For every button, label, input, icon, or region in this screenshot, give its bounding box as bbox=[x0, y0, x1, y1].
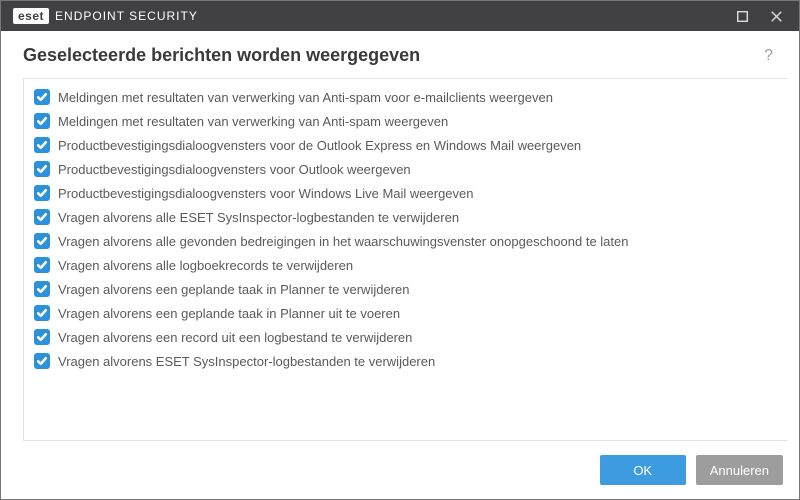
list-item[interactable]: Meldingen met resultaten van verwerking … bbox=[24, 85, 787, 109]
check-icon bbox=[37, 260, 47, 270]
checkbox[interactable] bbox=[34, 257, 50, 273]
list-item[interactable]: Vragen alvorens een record uit een logbe… bbox=[24, 325, 787, 349]
list-item[interactable]: Meldingen met resultaten van verwerking … bbox=[24, 109, 787, 133]
list-item[interactable]: Productbevestigingsdialoogvensters voor … bbox=[24, 133, 787, 157]
list-item-label: Vragen alvorens ESET SysInspector-logbes… bbox=[58, 354, 435, 369]
check-icon bbox=[37, 212, 47, 222]
list-item-label: Productbevestigingsdialoogvensters voor … bbox=[58, 162, 411, 177]
list-item-label: Vragen alvorens alle ESET SysInspector-l… bbox=[58, 210, 459, 225]
list-item-label: Meldingen met resultaten van verwerking … bbox=[58, 90, 553, 105]
checkbox[interactable] bbox=[34, 161, 50, 177]
app-window: eset ENDPOINT SECURITY Geselecteerde ber… bbox=[0, 0, 800, 500]
list-item[interactable]: Productbevestigingsdialoogvensters voor … bbox=[24, 181, 787, 205]
list-item[interactable]: Vragen alvorens ESET SysInspector-logbes… bbox=[24, 349, 787, 373]
list-item[interactable]: Vragen alvorens alle logboekrecords te v… bbox=[24, 253, 787, 277]
list-item-label: Vragen alvorens alle gevonden bedreiging… bbox=[58, 234, 628, 249]
list-item-label: Vragen alvorens een record uit een logbe… bbox=[58, 330, 412, 345]
checkbox[interactable] bbox=[34, 329, 50, 345]
check-icon bbox=[37, 236, 47, 246]
help-button[interactable]: ? bbox=[760, 47, 777, 65]
list-item-label: Vragen alvorens een geplande taak in Pla… bbox=[58, 306, 400, 321]
close-icon bbox=[771, 11, 782, 22]
check-icon bbox=[37, 308, 47, 318]
checkbox[interactable] bbox=[34, 89, 50, 105]
check-icon bbox=[37, 92, 47, 102]
checkbox[interactable] bbox=[34, 137, 50, 153]
ok-button[interactable]: OK bbox=[600, 455, 686, 485]
list-container: Meldingen met resultaten van verwerking … bbox=[23, 78, 787, 441]
check-icon bbox=[37, 284, 47, 294]
check-icon bbox=[37, 116, 47, 126]
check-icon bbox=[37, 164, 47, 174]
cancel-button[interactable]: Annuleren bbox=[696, 455, 783, 485]
maximize-icon bbox=[737, 11, 748, 22]
list-item-label: Meldingen met resultaten van verwerking … bbox=[58, 114, 448, 129]
list-item[interactable]: Vragen alvorens alle ESET SysInspector-l… bbox=[24, 205, 787, 229]
list-item[interactable]: Vragen alvorens een geplande taak in Pla… bbox=[24, 301, 787, 325]
list-item-label: Productbevestigingsdialoogvensters voor … bbox=[58, 138, 581, 153]
brand: eset ENDPOINT SECURITY bbox=[13, 8, 198, 24]
titlebar: eset ENDPOINT SECURITY bbox=[1, 1, 799, 31]
checkbox[interactable] bbox=[34, 281, 50, 297]
list-item-label: Vragen alvorens alle logboekrecords te v… bbox=[58, 258, 353, 273]
checkbox[interactable] bbox=[34, 113, 50, 129]
checkbox[interactable] bbox=[34, 185, 50, 201]
checkbox[interactable] bbox=[34, 305, 50, 321]
checkbox[interactable] bbox=[34, 233, 50, 249]
brand-badge: eset bbox=[13, 8, 49, 24]
checkbox[interactable] bbox=[34, 209, 50, 225]
check-icon bbox=[37, 140, 47, 150]
check-icon bbox=[37, 332, 47, 342]
list-item[interactable]: Productbevestigingsdialoogvensters voor … bbox=[24, 157, 787, 181]
header: Geselecteerde berichten worden weergegev… bbox=[1, 31, 799, 78]
list-item[interactable]: Vragen alvorens een geplande taak in Pla… bbox=[24, 277, 787, 301]
list-item[interactable]: Vragen alvorens alle gevonden bedreiging… bbox=[24, 229, 787, 253]
list-item-label: Vragen alvorens een geplande taak in Pla… bbox=[58, 282, 409, 297]
checkbox[interactable] bbox=[34, 353, 50, 369]
message-list[interactable]: Meldingen met resultaten van verwerking … bbox=[23, 78, 787, 441]
brand-product: ENDPOINT SECURITY bbox=[55, 9, 198, 23]
footer: OK Annuleren bbox=[1, 441, 799, 499]
check-icon bbox=[37, 356, 47, 366]
close-button[interactable] bbox=[759, 1, 793, 31]
check-icon bbox=[37, 188, 47, 198]
maximize-button[interactable] bbox=[725, 1, 759, 31]
page-title: Geselecteerde berichten worden weergegev… bbox=[23, 45, 760, 66]
list-item-label: Productbevestigingsdialoogvensters voor … bbox=[58, 186, 474, 201]
